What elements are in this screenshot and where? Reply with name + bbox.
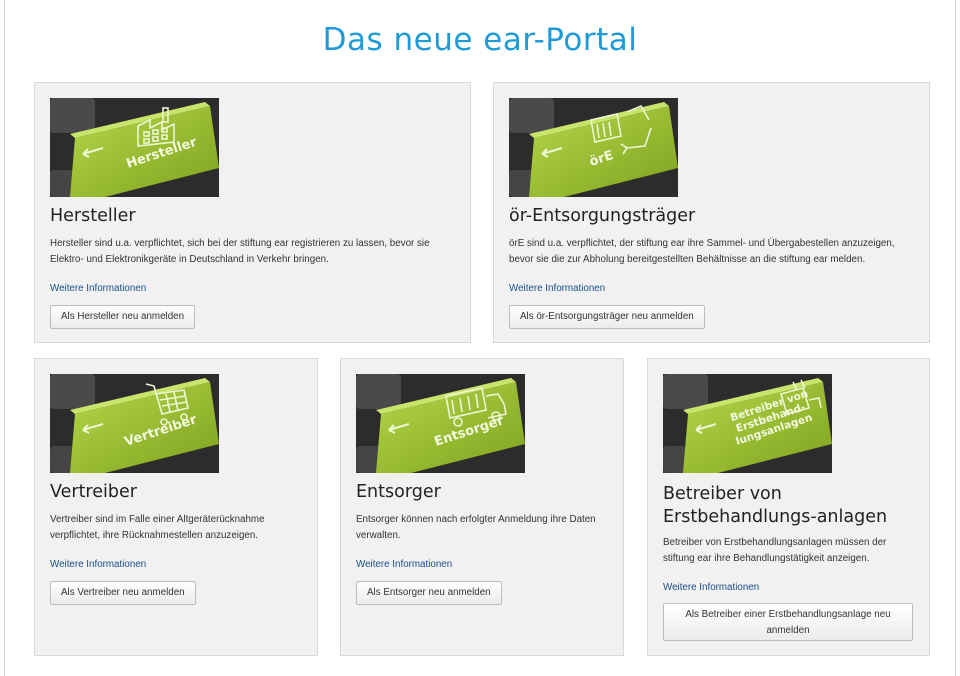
keyboard-key-image: Betreiber von Erstbehand- lungsanlagen (663, 374, 832, 473)
card-heading: Betreiber von Erstbehandlungs-anlagen (663, 484, 888, 527)
more-info-link[interactable]: Weitere Informationen (356, 559, 452, 570)
betreiber-image: Betreiber von Erstbehand- lungsanlagen (663, 374, 832, 473)
card-description: Hersteller sind u.a. verpflichtet, sich … (50, 238, 430, 265)
vertreiber-image: Vertreiber (50, 374, 219, 473)
entsorger-image: Entsorger (356, 374, 525, 473)
card-entsorger: Entsorger Entsorger Entsorger können nac… (340, 358, 624, 656)
card-heading: ör-Entsorgungsträger (509, 206, 696, 226)
keyboard-key-image: Hersteller (50, 98, 219, 197)
keyboard-key-image: Entsorger (356, 374, 525, 473)
more-info-link[interactable]: Weitere Informationen (50, 283, 146, 294)
register-entsorger-button[interactable]: Als Entsorger neu anmelden (356, 581, 502, 605)
keyboard-key-image: örE (509, 98, 678, 197)
card-heading: Vertreiber (50, 482, 137, 502)
more-info-link[interactable]: Weitere Informationen (663, 582, 759, 593)
card-vertreiber: Vertreiber Vertreiber Vertreiber sind im… (34, 358, 318, 656)
hersteller-image: Hersteller (50, 98, 219, 197)
register-vertreiber-button[interactable]: Als Vertreiber neu anmelden (50, 581, 196, 605)
more-info-link[interactable]: Weitere Informationen (509, 283, 605, 294)
register-betreiber-button[interactable]: Als Betreiber einer Erstbehandlungsanlag… (663, 603, 913, 641)
card-heading: Entsorger (356, 482, 441, 502)
register-hersteller-button[interactable]: Als Hersteller neu anmelden (50, 305, 196, 329)
page-title: Das neue ear-Portal (322, 22, 638, 58)
keyboard-key-image: Vertreiber (50, 374, 219, 473)
more-info-link[interactable]: Weitere Informationen (50, 559, 146, 570)
oere-image: örE (509, 98, 678, 197)
card-description: örE sind u.a. verpflichtet, der stiftung… (509, 238, 895, 265)
card-heading: Hersteller (50, 206, 136, 226)
card-betreiber: Betreiber von Erstbehand- lungsanlagen B… (647, 358, 930, 656)
card-description: Vertreiber sind im Falle einer Altgeräte… (50, 514, 265, 541)
card-description: Betreiber von Erstbehandlungsanlagen müs… (663, 537, 887, 564)
card-hersteller: Hersteller Hersteller Hersteller sind u.… (34, 82, 471, 343)
card-description: Entsorger können nach erfolgter Anmeldun… (356, 514, 596, 541)
card-oere: örE ör-Entsorgungsträger örE sind u.a. v… (493, 82, 930, 343)
register-oere-button[interactable]: Als ör-Entsorgungsträger neu anmelden (509, 305, 705, 329)
